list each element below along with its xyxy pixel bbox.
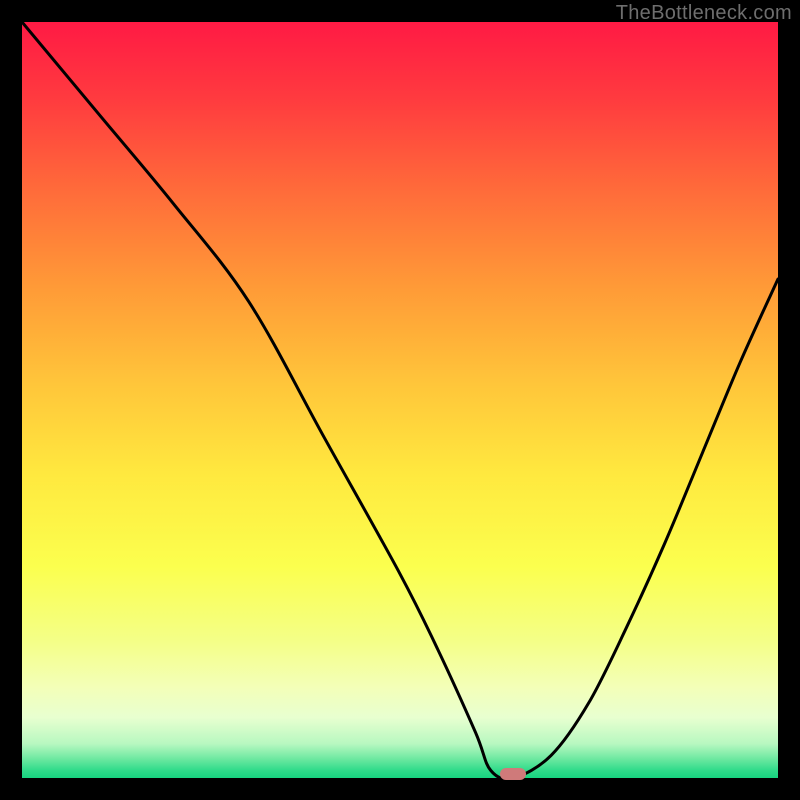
watermark-text: TheBottleneck.com	[616, 2, 792, 25]
bottleneck-curve	[22, 22, 778, 778]
plot-area	[22, 22, 778, 778]
chart-container: TheBottleneck.com	[0, 0, 800, 800]
optimal-point-marker	[500, 768, 526, 780]
